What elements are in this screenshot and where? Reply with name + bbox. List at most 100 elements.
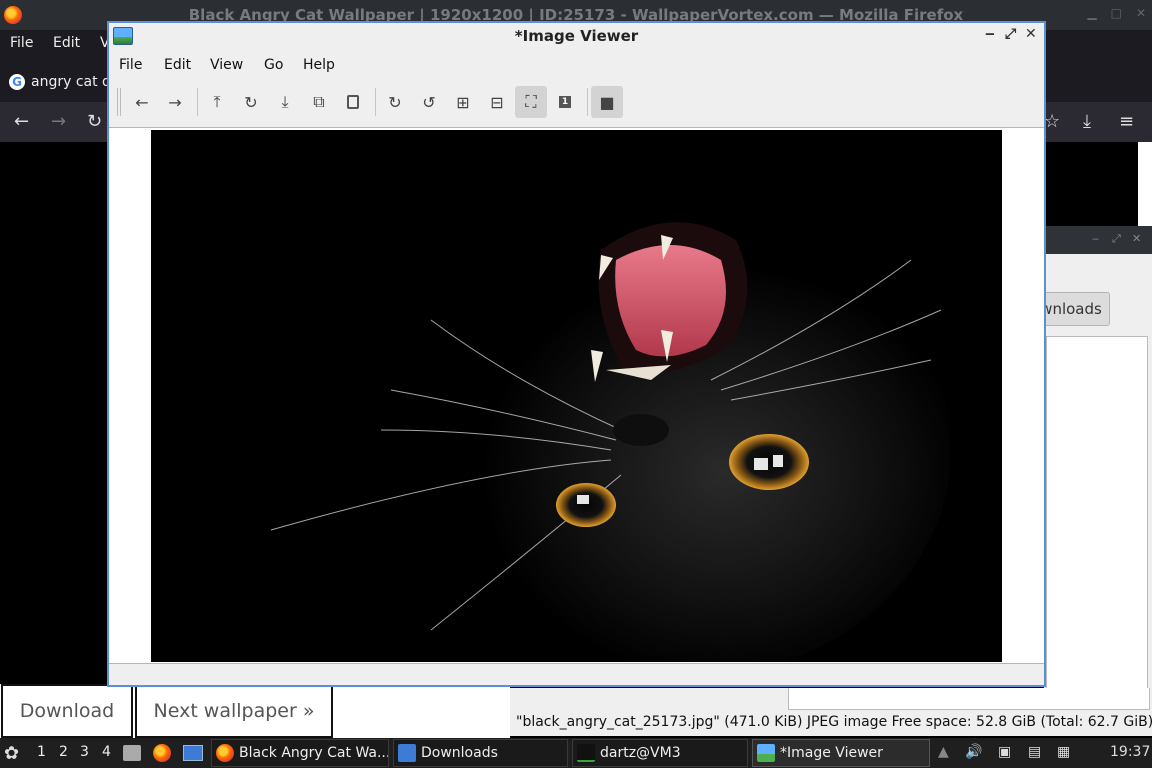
maximize-icon[interactable]: ⤢ [1112, 232, 1121, 246]
black-cat-photo [151, 130, 1002, 662]
wallpaper-image [151, 130, 1002, 662]
page-sidebar-strip [1138, 142, 1152, 226]
zoom-original-button[interactable]: 1 [549, 86, 581, 118]
status-text: "black_angry_cat_25173.jpg" (471.0 KiB) … [516, 714, 1152, 730]
maximize-icon[interactable]: □ [1111, 6, 1122, 20]
next-wallpaper-button[interactable]: Next wallpaper » [135, 684, 333, 738]
firefox-menu-edit[interactable]: Edit [53, 35, 80, 51]
volume-icon[interactable]: 🔊 [965, 744, 982, 760]
save-icon: ⤓ [281, 92, 289, 111]
task-label: Black Angry Cat Wa... [239, 745, 389, 761]
download-icon[interactable]: ⤓ [1083, 111, 1091, 132]
image-viewer-statusbar [109, 664, 1044, 685]
toolbar-separator [197, 88, 198, 116]
paste-button[interactable] [337, 86, 369, 118]
close-icon[interactable]: ✕ [1136, 6, 1146, 20]
toolbar-separator [587, 88, 588, 116]
firefox-tab[interactable]: G angry cat d [0, 62, 111, 98]
firefox-icon [216, 744, 234, 762]
taskbar: ✿ 1 2 3 4 Black Angry Cat Wa... Download… [0, 738, 1152, 768]
task-firefox[interactable]: Black Angry Cat Wa... [211, 739, 389, 767]
start-menu-icon[interactable]: ✿ [4, 738, 19, 768]
menu-go[interactable]: Go [264, 57, 283, 73]
downloads-file-list[interactable] [1046, 336, 1148, 710]
rotate-counterclockwise-icon: ↺ [422, 92, 436, 112]
image-viewer-title: *Image Viewer [514, 27, 639, 45]
menu-icon[interactable]: ≡ [1119, 111, 1134, 132]
network-icon[interactable]: ▣ [998, 744, 1011, 760]
firefox-launcher-icon[interactable] [153, 738, 173, 768]
zoom-original-icon: 1 [559, 96, 571, 108]
next-button[interactable]: → [159, 86, 191, 118]
workspace-3[interactable]: 3 [80, 744, 89, 760]
previous-icon: ← [135, 92, 149, 112]
forward-icon[interactable]: → [51, 111, 66, 132]
image-viewer-toolbar: ← → ⤒ ↻ ⤓ ⧉ ↻ ↺ ⊞ ⊟ ⛶ 1 ■ [109, 80, 1044, 126]
open-icon: ⤒ [213, 92, 221, 111]
google-icon: G [9, 74, 25, 90]
firefox-menu-file[interactable]: File [10, 35, 33, 51]
copy-button[interactable]: ⧉ [303, 86, 335, 118]
rotate-counterclockwise-button[interactable]: ↺ [413, 86, 445, 118]
copy-icon: ⧉ [313, 92, 325, 111]
task-label: *Image Viewer [780, 745, 883, 761]
tray-scroll-icon[interactable]: ▲ [938, 744, 949, 760]
workspace-2[interactable]: 2 [59, 744, 68, 760]
bookmark-star-icon[interactable]: ☆ [1044, 111, 1060, 132]
save-button[interactable]: ⤓ [269, 86, 301, 118]
reload-icon: ↻ [244, 92, 258, 112]
minimize-icon[interactable]: ▁ [1087, 6, 1096, 20]
close-icon[interactable]: ✕ [1025, 26, 1037, 42]
zoom-in-button[interactable]: ⊞ [447, 86, 479, 118]
zoom-out-button[interactable]: ⊟ [481, 86, 513, 118]
folder-icon [398, 744, 416, 762]
maximize-icon[interactable]: ⤢ [1005, 26, 1016, 42]
clock: 19:37 [1110, 744, 1151, 760]
zoom-fit-icon: ⛶ [525, 92, 537, 111]
clipboard-icon[interactable]: ▤ [1028, 744, 1041, 760]
previous-button[interactable]: ← [126, 86, 158, 118]
task-label: Downloads [421, 745, 498, 761]
desktop-launcher-icon[interactable] [183, 738, 205, 768]
workspace-1[interactable]: 1 [37, 744, 46, 760]
zoom-in-icon: ⊞ [456, 92, 470, 112]
fullscreen-button[interactable]: ■ [591, 86, 623, 118]
image-viewer-icon [757, 744, 775, 762]
tab-label: angry cat d [31, 74, 111, 90]
display-icon[interactable]: ▦ [1057, 744, 1070, 760]
open-button[interactable]: ⤒ [201, 86, 233, 118]
minimize-icon[interactable]: ‒ [1092, 232, 1099, 245]
menu-edit[interactable]: Edit [164, 57, 191, 73]
minimize-icon[interactable]: ‒ [985, 26, 995, 42]
task-terminal[interactable]: dartz@VM3 [572, 739, 748, 767]
rotate-clockwise-button[interactable]: ↻ [379, 86, 411, 118]
workspace-4[interactable]: 4 [102, 744, 111, 760]
file-manager-launcher-icon[interactable] [123, 738, 143, 768]
menu-file[interactable]: File [119, 57, 142, 73]
image-canvas[interactable] [109, 127, 1044, 664]
rotate-clockwise-icon: ↻ [388, 92, 402, 112]
downloads-statusbar: "black_angry_cat_25173.jpg" (471.0 KiB) … [510, 688, 1152, 736]
task-image-viewer[interactable]: *Image Viewer [752, 739, 930, 767]
image-viewer-titlebar[interactable]: *Image Viewer ‒ ⤢ ✕ [109, 23, 1044, 50]
task-label: dartz@VM3 [600, 745, 681, 761]
task-downloads[interactable]: Downloads [393, 739, 568, 767]
reload-button[interactable]: ↻ [235, 86, 267, 118]
toolbar-grip-icon[interactable] [117, 88, 121, 116]
fullscreen-icon: ■ [599, 92, 615, 112]
reload-icon[interactable]: ↻ [87, 111, 102, 132]
wallpaper-actions: Download Next wallpaper » [0, 684, 510, 738]
next-icon: → [168, 92, 182, 112]
back-icon[interactable]: ← [14, 111, 29, 132]
menu-view[interactable]: View [210, 57, 243, 73]
download-button[interactable]: Download [1, 684, 133, 738]
close-icon[interactable]: ✕ [1132, 232, 1141, 245]
terminal-icon [577, 744, 595, 762]
image-viewer-window: *Image Viewer ‒ ⤢ ✕ File Edit View Go He… [107, 21, 1046, 687]
menu-help[interactable]: Help [303, 57, 335, 73]
toolbar-separator [375, 88, 376, 116]
image-viewer-menubar: File Edit View Go Help [109, 52, 1044, 80]
zoom-fit-button[interactable]: ⛶ [515, 86, 547, 118]
zoom-out-icon: ⊟ [490, 92, 504, 112]
paste-icon [347, 95, 359, 109]
